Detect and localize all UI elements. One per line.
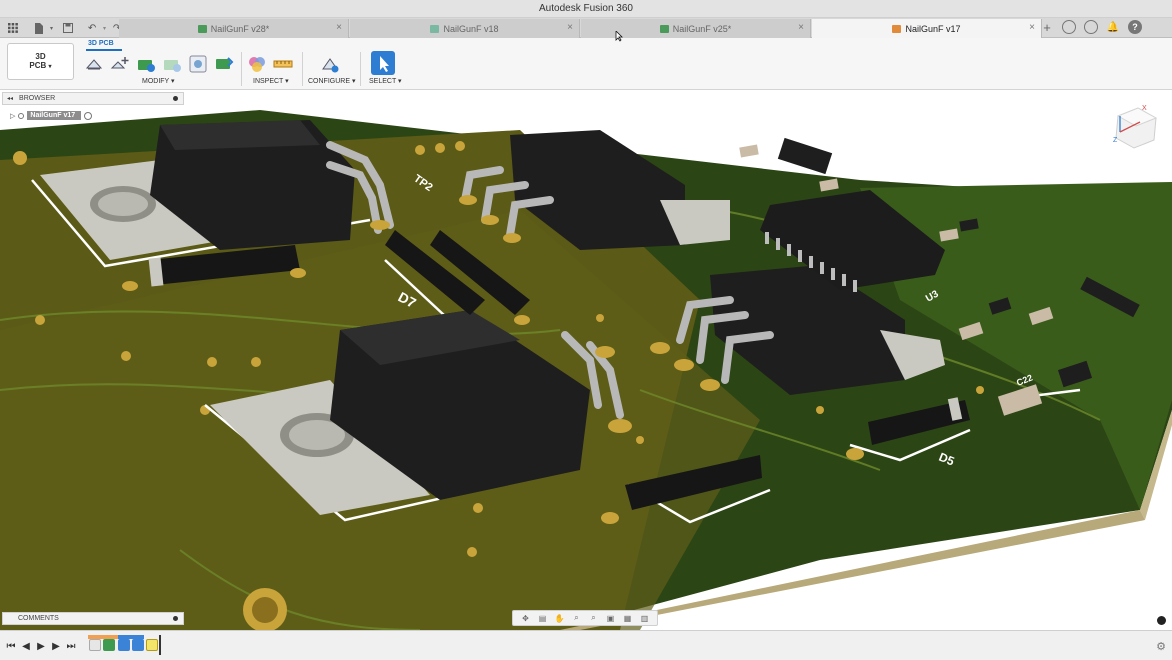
save-icon[interactable] — [61, 21, 75, 35]
select-icon[interactable] — [371, 51, 395, 75]
document-tab-bar: ▾ ↶ ▾ ↷ ▾ NailGunF v28* × NailGunF v18 ×… — [0, 18, 1172, 38]
window-title: Autodesk Fusion 360 — [539, 3, 633, 14]
timeline-feature-sketch-icon[interactable] — [89, 639, 101, 651]
tab-nailgunf-v17[interactable]: NailGunF v17 × — [812, 19, 1042, 38]
quick-access-toolbar: ▾ ↶ ▾ ↷ ▾ — [6, 20, 131, 36]
tab-3d-pcb[interactable]: 3D PCB — [88, 40, 114, 47]
job-status-icon[interactable] — [1084, 20, 1098, 34]
browser-panel-header[interactable]: ◂◂ BROWSER — [2, 92, 184, 105]
extensions-icon[interactable] — [1062, 20, 1076, 34]
viewcube[interactable]: Z X — [1110, 102, 1160, 152]
svg-text:Z: Z — [1113, 137, 1118, 144]
orbit-icon[interactable]: ✥ — [521, 613, 531, 623]
tab-nailgunf-v18[interactable]: NailGunF v18 × — [350, 19, 580, 38]
step-forward-icon[interactable]: ▶ — [50, 640, 62, 652]
close-icon[interactable]: × — [1029, 22, 1035, 33]
board-sync-tool-icon[interactable] — [136, 54, 156, 74]
close-icon[interactable]: × — [567, 22, 573, 33]
timeline-feature-pcb-icon[interactable] — [103, 639, 115, 651]
display-settings-icon[interactable]: ▣ — [606, 613, 616, 623]
pan-icon[interactable]: ✋ — [555, 613, 565, 623]
pin-icon[interactable] — [173, 96, 178, 101]
configure-menu[interactable]: CONFIGURE ▾ — [308, 77, 355, 85]
configure-icon[interactable] — [320, 54, 340, 74]
browser-root-item[interactable]: ▷ NailGunF v17 — [10, 110, 93, 121]
viewports-icon[interactable]: ▥ — [640, 613, 650, 623]
timeline-settings-gear-icon[interactable]: ⚙ — [1156, 640, 1166, 653]
comments-panel-header[interactable]: COMMENTS — [2, 612, 184, 625]
step-back-icon[interactable]: ◀ — [20, 640, 32, 652]
grid-icon[interactable] — [6, 21, 20, 35]
timeline-feature-component-icon[interactable] — [118, 639, 130, 651]
plus-icon[interactable]: + — [1040, 20, 1054, 35]
mouse-cursor — [615, 29, 623, 42]
look-at-icon[interactable]: ▤ — [538, 613, 548, 623]
file-dropdown-icon[interactable]: ▾ — [50, 25, 53, 32]
help-icon[interactable]: ? — [1128, 20, 1142, 34]
file-icon[interactable] — [32, 21, 46, 35]
activate-radio-icon[interactable] — [84, 111, 93, 120]
notification-icon[interactable]: 🔔 — [1106, 20, 1120, 34]
board-update-tool-icon[interactable] — [162, 54, 182, 74]
zoom-window-icon[interactable]: ⌕ — [589, 613, 599, 623]
pin-icon[interactable] — [173, 616, 178, 621]
timeline-bar: ⏮ ◀ ▶ ▶ ⏭ ⚙ — [0, 630, 1172, 660]
visibility-eye-icon[interactable] — [18, 112, 25, 119]
component-tool-icon[interactable] — [188, 54, 208, 74]
design-doc-icon — [892, 24, 902, 33]
close-icon[interactable]: × — [798, 22, 804, 33]
pcb-doc-icon — [659, 24, 669, 33]
undo-dropdown-icon[interactable]: ▾ — [103, 25, 106, 32]
pcb-doc-icon — [430, 24, 440, 33]
pcb-refresh-tool-icon[interactable] — [214, 54, 234, 74]
select-menu[interactable]: SELECT ▾ — [369, 77, 402, 85]
timeline-feature-component-icon[interactable] — [132, 639, 144, 651]
inspect-analysis-icon[interactable] — [247, 54, 267, 74]
fusion-window: { "app": { "title": "Autodesk Fusion 360… — [0, 0, 1172, 660]
close-icon[interactable]: × — [336, 22, 342, 33]
timeline-feature-selected-icon[interactable] — [146, 639, 158, 651]
measure-icon[interactable] — [273, 54, 293, 74]
ribbon-toolbar: 3D PCB ▾ 3D PCB MODIFY ▾ INSPECT ▾ CONFI… — [0, 38, 1172, 90]
svg-text:X: X — [1142, 105, 1147, 112]
pcb-doc-icon — [197, 24, 207, 33]
toolbar-separator — [360, 52, 361, 86]
capture-icon[interactable] — [1157, 616, 1166, 625]
toolbar-separator — [302, 52, 303, 86]
workspace-switcher[interactable]: 3D PCB ▾ — [7, 43, 74, 80]
pcb-3d-render: D7 D5 TP2 C22 U3 — [0, 110, 1172, 630]
tab-bar-actions: + 🔔 ? — [1040, 20, 1142, 35]
zoom-icon[interactable]: ⌕ — [572, 613, 582, 623]
undo-icon[interactable]: ↶ — [85, 21, 99, 35]
pcb-outline-tool-icon[interactable] — [84, 54, 104, 74]
grid-settings-icon[interactable]: ▦ — [623, 613, 633, 623]
move-component-tool-icon[interactable] — [110, 54, 130, 74]
active-tab-indicator — [86, 49, 122, 51]
tab-nailgunf-v28[interactable]: NailGunF v28* × — [119, 19, 349, 38]
collapse-panel-icon[interactable]: ◂◂ — [7, 95, 13, 102]
title-bar: Autodesk Fusion 360 — [0, 0, 1172, 18]
toolbar-separator — [241, 52, 242, 86]
3d-viewport[interactable]: D7 D5 TP2 C22 U3 — [0, 90, 1172, 630]
play-icon[interactable]: ▶ — [35, 640, 47, 652]
go-to-start-icon[interactable]: ⏮ — [5, 640, 17, 652]
go-to-end-icon[interactable]: ⏭ — [65, 640, 77, 652]
timeline-marker[interactable] — [159, 635, 161, 655]
expand-triangle-icon[interactable]: ▷ — [10, 112, 15, 120]
modify-menu[interactable]: MODIFY ▾ — [142, 77, 175, 85]
inspect-menu[interactable]: INSPECT ▾ — [253, 77, 289, 85]
navigation-bar: ✥ ▤ ✋ ⌕ ⌕ ▣ ▦ ▥ — [512, 610, 658, 626]
